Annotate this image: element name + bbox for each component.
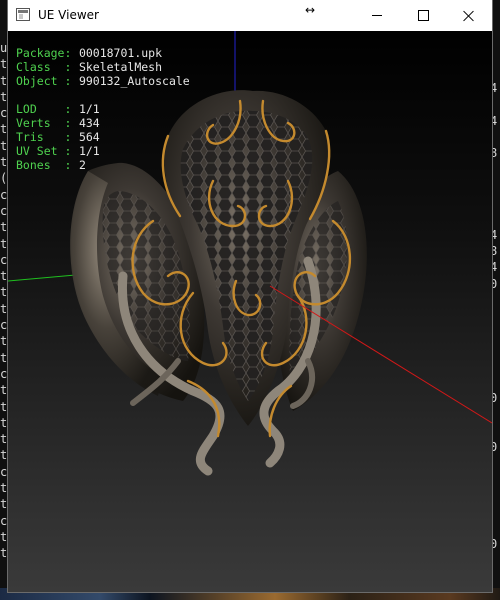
- lod-value: 1/1: [78, 102, 100, 116]
- package-info: Package: 00018701.upk Class : SkeletalMe…: [16, 46, 190, 88]
- app-icon[interactable]: [16, 8, 30, 21]
- uvset-value: 1/1: [78, 144, 100, 158]
- bones-label: Bones :: [16, 158, 72, 172]
- tris-value: 564: [78, 130, 100, 144]
- tris-label: Tris :: [16, 130, 72, 144]
- title-bar[interactable]: UE Viewer ↔: [8, 0, 492, 31]
- minimize-icon: [372, 15, 382, 16]
- class-label: Class :: [16, 60, 72, 74]
- maximize-icon: [417, 10, 429, 21]
- resize-cursor-icon: ↔: [305, 3, 316, 17]
- object-value: 990132_Autoscale: [78, 74, 190, 88]
- package-value: 00018701.upk: [78, 46, 163, 60]
- window-title: UE Viewer: [38, 8, 99, 22]
- 3d-viewport[interactable]: Package: 00018701.upk Class : SkeletalMe…: [8, 31, 492, 592]
- bones-value: 2: [78, 158, 86, 172]
- class-value: SkeletalMesh: [78, 60, 163, 74]
- verts-label: Verts :: [16, 116, 72, 130]
- uvset-label: UV Set :: [16, 144, 72, 158]
- close-button[interactable]: [446, 0, 492, 31]
- lod-label: LOD :: [16, 102, 72, 116]
- minimize-button[interactable]: [354, 0, 400, 31]
- mesh-stats: LOD : 1/1 Verts : 434 Tris : 564 UV Set …: [16, 102, 100, 172]
- object-label: Object :: [16, 74, 72, 88]
- ue-viewer-window[interactable]: UE Viewer ↔ Package: 00018701.upk Class …: [8, 0, 492, 592]
- maximize-button[interactable]: [400, 0, 446, 31]
- package-label: Package:: [16, 46, 72, 60]
- shield-mesh: [70, 90, 367, 476]
- close-icon: [463, 10, 475, 22]
- verts-value: 434: [78, 116, 100, 130]
